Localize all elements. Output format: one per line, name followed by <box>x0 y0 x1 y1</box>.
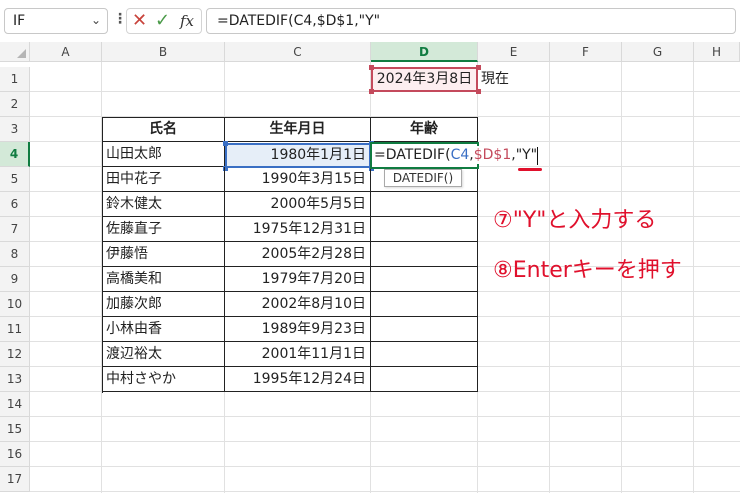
formula-prefix: =DATEDIF( <box>374 147 451 163</box>
table-cell-name[interactable]: 中村さやか <box>102 367 225 392</box>
column-header-e[interactable]: E <box>478 42 550 62</box>
formula-bar: IF ⌄ ⋮ ✕ ✓ fx =DATEDIF(C4,$D$1,"Y" <box>0 0 740 42</box>
table-cell-age[interactable] <box>371 342 478 367</box>
table-cell-age[interactable] <box>371 317 478 342</box>
table-cell-birth[interactable]: 2001年11月1日 <box>225 342 371 367</box>
name-box-value: IF <box>13 13 26 29</box>
annotation-step-7: ⑦"Y"と入力する <box>493 208 657 233</box>
column-header-d[interactable]: D <box>371 42 478 62</box>
range-handle[interactable] <box>223 141 228 146</box>
row-header-1[interactable]: 1 <box>0 67 30 92</box>
row-header-9[interactable]: 9 <box>0 267 30 292</box>
table-cell-name[interactable]: 山田太郎 <box>102 142 225 167</box>
row-header-5[interactable]: 5 <box>0 167 30 192</box>
enter-icon[interactable]: ✓ <box>155 11 170 31</box>
range-handle[interactable] <box>369 89 374 94</box>
header-birthdate[interactable]: 生年月日 <box>225 117 371 142</box>
table-cell-birth[interactable]: 1995年12月24日 <box>225 367 371 392</box>
name-box[interactable]: IF ⌄ <box>4 8 108 34</box>
highlight-underline <box>518 168 542 171</box>
formula-arg-y: "Y" <box>515 147 538 163</box>
table-cell-birth[interactable]: 2002年8月10日 <box>225 292 371 317</box>
chevron-down-icon[interactable]: ⌄ <box>91 13 101 27</box>
table-cell-birth[interactable]: 2005年2月28日 <box>225 242 371 267</box>
insert-function-icon[interactable]: fx <box>180 11 194 31</box>
table-cell-name[interactable]: 伊藤悟 <box>102 242 225 267</box>
table-cell-name[interactable]: 高橋美和 <box>102 267 225 292</box>
cell-c4-referenced[interactable]: 1980年1月1日 <box>225 143 371 168</box>
row-header-3[interactable]: 3 <box>0 117 30 142</box>
table-cell-name[interactable]: 加藤次郎 <box>102 292 225 317</box>
row-header-13[interactable]: 13 <box>0 367 30 392</box>
header-name[interactable]: 氏名 <box>102 117 225 142</box>
range-handle[interactable] <box>369 65 374 70</box>
header-age[interactable]: 年齢 <box>371 117 478 142</box>
function-tooltip[interactable]: DATEDIF() <box>384 169 462 187</box>
table-cell-name[interactable]: 鈴木健太 <box>102 192 225 217</box>
select-all-corner[interactable] <box>0 42 30 62</box>
table-cell-birth[interactable]: 1989年9月23日 <box>225 317 371 342</box>
gridline-v <box>693 62 694 493</box>
select-all-triangle-icon <box>17 49 26 58</box>
more-options-icon[interactable]: ⋮ <box>113 11 127 27</box>
row-header-8[interactable]: 8 <box>0 242 30 267</box>
formula-ref-d1: $D$1 <box>473 147 512 163</box>
row-header-16[interactable]: 16 <box>0 442 30 467</box>
table-cell-age[interactable] <box>371 292 478 317</box>
table-cell-birth[interactable]: 1979年7月20日 <box>225 267 371 292</box>
column-header-f[interactable]: F <box>550 42 622 62</box>
column-header-g[interactable]: G <box>622 42 694 62</box>
table-cell-age[interactable] <box>371 367 478 392</box>
formula-ref-c4: C4 <box>450 147 470 163</box>
row-header-4[interactable]: 4 <box>0 142 30 167</box>
table-cell-age[interactable] <box>371 217 478 242</box>
column-header-c[interactable]: C <box>225 42 371 62</box>
column-header-b[interactable]: B <box>102 42 225 62</box>
table-cell-age[interactable] <box>371 242 478 267</box>
row-header-10[interactable]: 10 <box>0 292 30 317</box>
row-header-12[interactable]: 12 <box>0 342 30 367</box>
table-cell-age[interactable] <box>371 267 478 292</box>
row-header-11[interactable]: 11 <box>0 317 30 342</box>
row-header-17[interactable]: 17 <box>0 467 30 492</box>
annotation-step-8: ⑧Enterキーを押す <box>493 258 682 283</box>
row-header-7[interactable]: 7 <box>0 217 30 242</box>
row-header-14[interactable]: 14 <box>0 392 30 417</box>
row-header-15[interactable]: 15 <box>0 417 30 442</box>
table-cell-name[interactable]: 佐藤直子 <box>102 217 225 242</box>
gridline-h <box>30 491 740 492</box>
column-header-a[interactable]: A <box>30 42 102 62</box>
text-caret <box>537 147 538 165</box>
column-header-h[interactable]: H <box>694 42 740 62</box>
formula-input[interactable]: =DATEDIF(C4,$D$1,"Y" <box>206 8 736 34</box>
table-cell-name[interactable]: 渡辺裕太 <box>102 342 225 367</box>
row-header-6[interactable]: 6 <box>0 192 30 217</box>
table-cell-birth[interactable]: 1975年12月31日 <box>225 217 371 242</box>
cell-e1[interactable]: 現在 <box>481 67 509 92</box>
formula-buttons: ✕ ✓ fx <box>126 8 202 34</box>
gridline-h <box>30 441 740 442</box>
cell-d1-reference-date[interactable]: 2024年3月8日 <box>371 67 478 92</box>
gridline-h <box>30 416 740 417</box>
gridline-h <box>30 466 740 467</box>
row-header-2[interactable]: 2 <box>0 92 30 117</box>
table-cell-name[interactable]: 田中花子 <box>102 167 225 192</box>
table-cell-name[interactable]: 小林由香 <box>102 317 225 342</box>
cell-edit-formula[interactable]: =DATEDIF(C4,$D$1,"Y" <box>374 146 538 164</box>
formula-text: =DATEDIF(C4,$D$1,"Y" <box>217 13 381 29</box>
table-cell-age[interactable] <box>371 192 478 217</box>
cancel-icon[interactable]: ✕ <box>132 11 147 31</box>
table-cell-birth[interactable]: 1990年3月15日 <box>225 167 371 192</box>
table-cell-birth[interactable]: 2000年5月5日 <box>225 192 371 217</box>
